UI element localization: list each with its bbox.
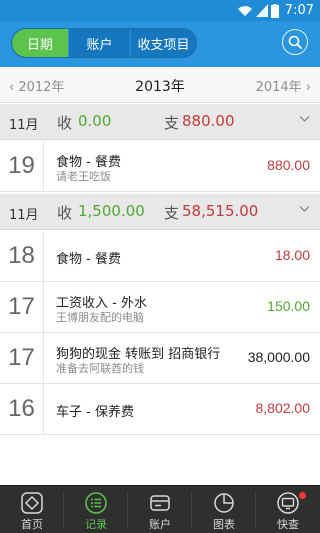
monitor-icon bbox=[277, 492, 299, 514]
income-label: 收 bbox=[57, 204, 73, 222]
record-row[interactable]: 18 食物 - 餐费 18.00 bbox=[0, 231, 320, 282]
view-segmented-control: 日期 账户 收支项目 bbox=[11, 28, 197, 58]
nav-records[interactable]: 记录 bbox=[64, 486, 128, 533]
status-time: 7:07 bbox=[284, 3, 314, 18]
income-total: 1,500.00 bbox=[78, 202, 145, 220]
expense-total: 58,515.00 bbox=[182, 202, 259, 220]
nav-home[interactable]: 首页 bbox=[0, 486, 64, 533]
signal-icon bbox=[255, 4, 268, 17]
month-label: 11月 bbox=[9, 208, 39, 223]
app-header: 日期 账户 收支项目 bbox=[0, 21, 320, 67]
record-row[interactable]: 16 车子 - 保养费 8,802.00 bbox=[0, 384, 320, 435]
nav-records-label: 记录 bbox=[85, 518, 107, 531]
home-icon bbox=[21, 492, 43, 514]
nav-quick-search[interactable]: 快查 bbox=[256, 486, 320, 533]
income-total: 0.00 bbox=[78, 112, 112, 130]
record-row[interactable]: 17 狗狗的现金 转账到 招商银行 准备去阿联酋的钱 38,000.00 bbox=[0, 333, 320, 384]
tab-date[interactable]: 日期 bbox=[12, 29, 68, 57]
expense-label: 支 bbox=[164, 204, 180, 222]
record-note: 请老王吃饭 bbox=[56, 170, 111, 183]
status-bar: 7:07 bbox=[0, 0, 320, 21]
nav-quick-search-label: 快查 bbox=[277, 518, 299, 531]
year-bar: ‹ 2012年 2013年 2014年 › bbox=[0, 67, 320, 103]
month-header[interactable]: 11月 收 1,500.00 支 58,515.00 bbox=[0, 194, 320, 230]
notification-badge bbox=[299, 492, 306, 499]
record-note: 准备去阿联酋的钱 bbox=[56, 362, 144, 375]
record-note: 王博朋友配的电脑 bbox=[56, 311, 144, 324]
record-amount: 880.00 bbox=[267, 157, 310, 173]
income-label: 收 bbox=[57, 114, 73, 132]
record-row[interactable]: 17 工资收入 - 外水 王博朋友配的电脑 150.00 bbox=[0, 282, 320, 333]
nav-home-label: 首页 bbox=[21, 518, 43, 531]
nav-accounts-label: 账户 bbox=[149, 518, 171, 531]
nav-charts[interactable]: 图表 bbox=[192, 486, 256, 533]
record-day: 16 bbox=[0, 384, 44, 434]
record-amount: 8,802.00 bbox=[255, 400, 311, 416]
record-day: 18 bbox=[0, 231, 44, 281]
nav-charts-label: 图表 bbox=[213, 518, 235, 531]
wallet-icon bbox=[150, 495, 170, 511]
list-icon bbox=[85, 492, 107, 514]
tab-category[interactable]: 收支项目 bbox=[130, 29, 196, 57]
wifi-icon bbox=[237, 6, 252, 16]
search-button[interactable] bbox=[282, 29, 308, 55]
search-icon bbox=[288, 35, 302, 49]
nav-accounts[interactable]: 账户 bbox=[128, 486, 192, 533]
record-amount: 38,000.00 bbox=[247, 349, 310, 365]
record-day: 17 bbox=[0, 333, 44, 383]
record-amount: 150.00 bbox=[267, 298, 310, 314]
bottom-nav: 首页 记录 账户 图表 快查 bbox=[0, 485, 320, 533]
expense-label: 支 bbox=[164, 114, 180, 132]
record-title: 车子 - 保养费 bbox=[56, 405, 134, 420]
expense-total: 880.00 bbox=[182, 112, 235, 130]
record-amount: 18.00 bbox=[274, 247, 310, 263]
pie-chart-icon bbox=[214, 493, 234, 513]
status-icons: 7:07 bbox=[237, 2, 314, 19]
tab-account[interactable]: 账户 bbox=[68, 29, 130, 57]
next-year-button[interactable]: 2014年 › bbox=[256, 76, 311, 95]
chevron-down-icon[interactable] bbox=[299, 115, 310, 123]
chevron-down-icon[interactable] bbox=[299, 205, 310, 213]
month-header[interactable]: 11月 收 0.00 支 880.00 bbox=[0, 104, 320, 140]
battery-icon bbox=[270, 3, 279, 18]
record-day: 19 bbox=[0, 141, 44, 191]
record-day: 17 bbox=[0, 282, 44, 332]
record-row[interactable]: 19 食物 - 餐费 请老王吃饭 880.00 bbox=[0, 141, 320, 192]
month-label: 11月 bbox=[9, 118, 39, 133]
record-title: 食物 - 餐费 bbox=[56, 252, 121, 267]
